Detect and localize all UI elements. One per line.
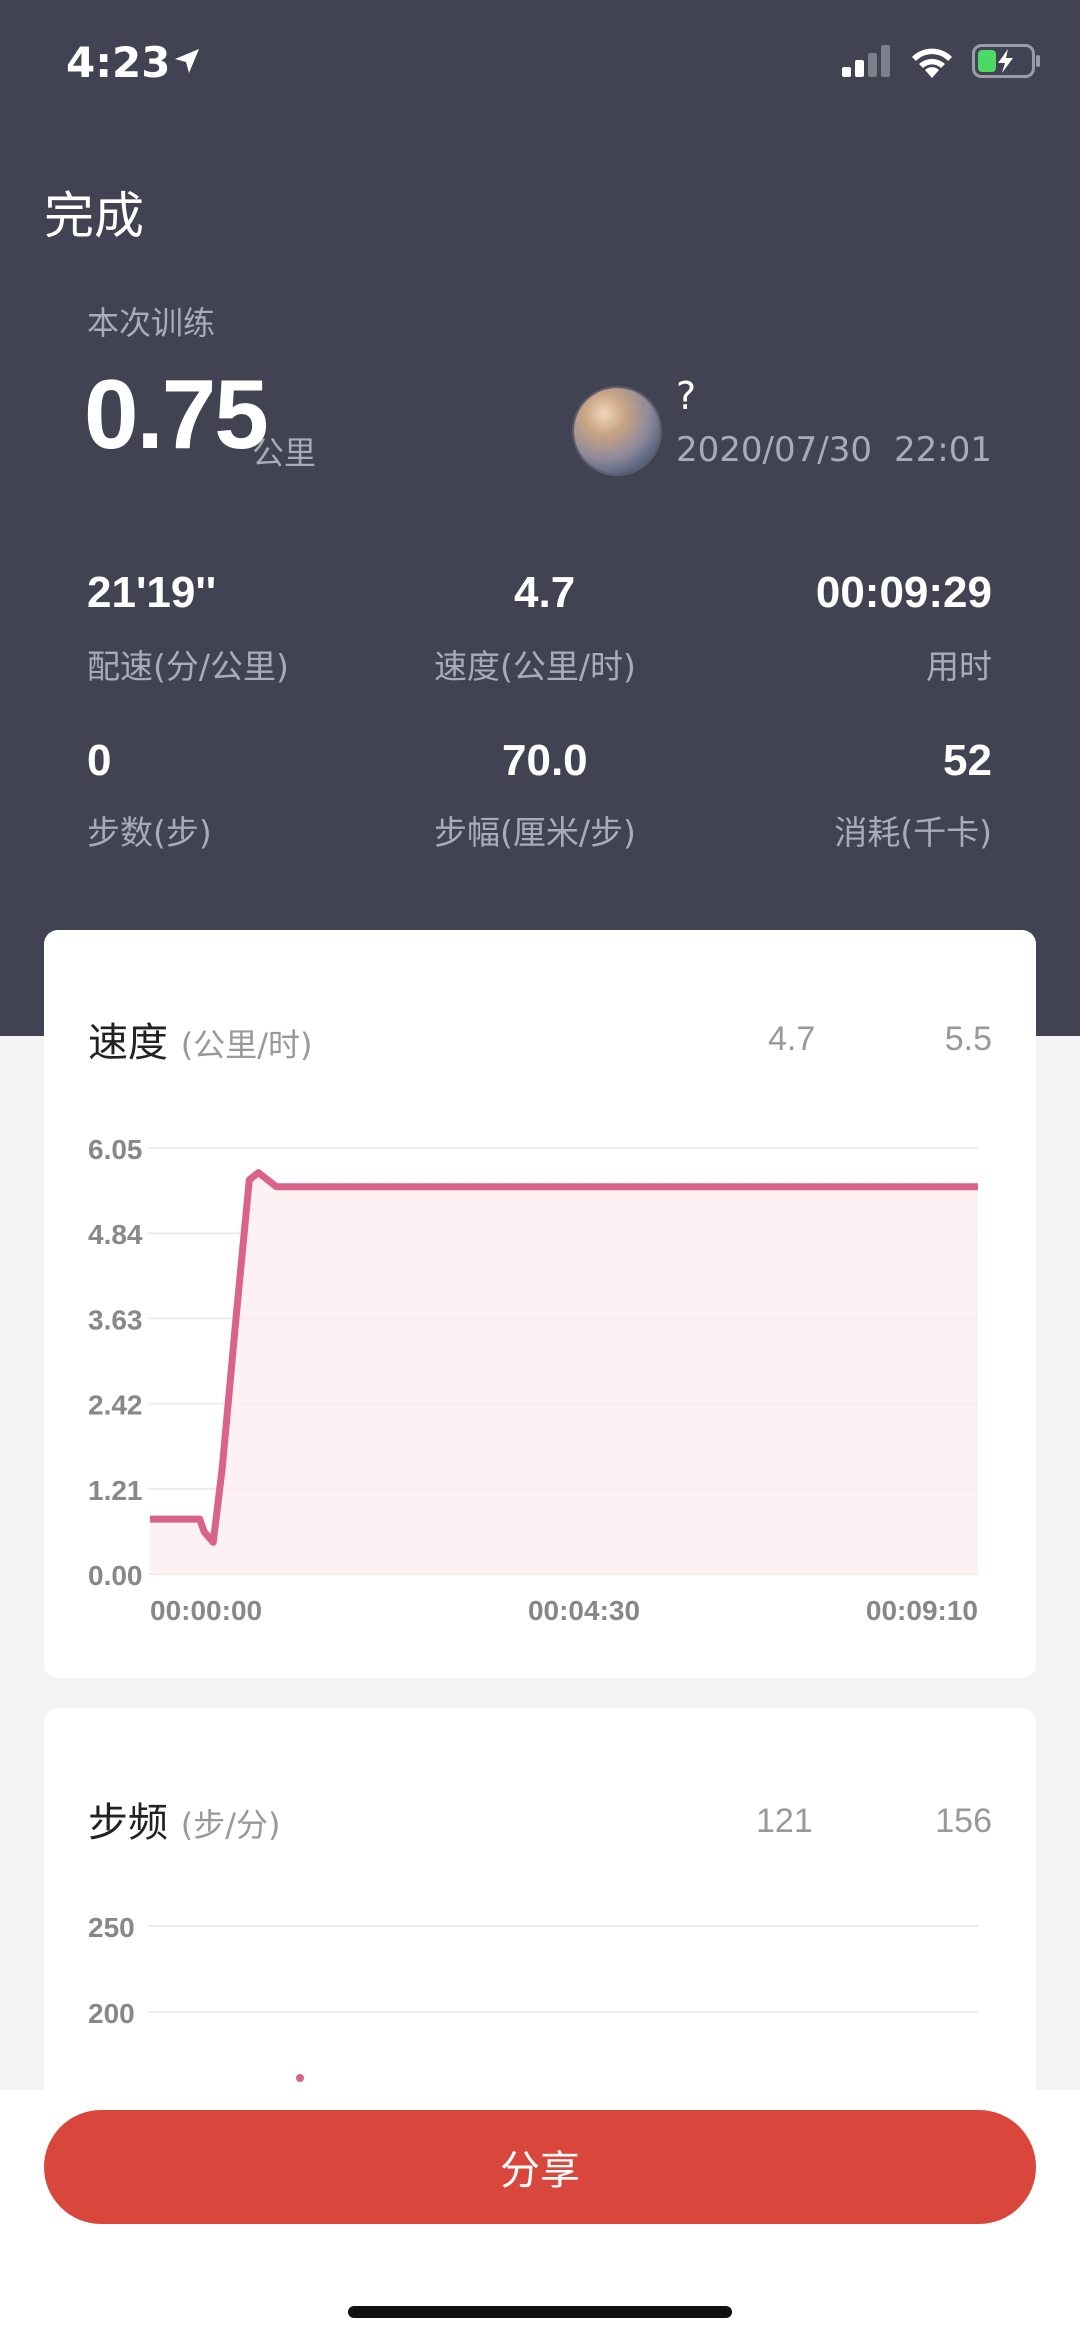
header-background <box>0 0 1080 1036</box>
speed-y-tick-label: 4.84 <box>88 1219 143 1250</box>
cadence-series-point <box>296 2074 304 2082</box>
steps-label: 步数(步) <box>87 813 212 852</box>
user-name: ? <box>676 374 697 418</box>
speed-y-tick-label: 6.05 <box>88 1134 143 1165</box>
speed-chart-card: 速度 (公里/时) 4.7 5.5 6.05 4.84 3.63 2.42 1.21 0.… <box>44 930 1036 1678</box>
distance-value: 0.75 <box>84 359 269 469</box>
speed-x-tick-label: 00:00:00 <box>150 1595 262 1626</box>
steps-value: 0 <box>87 736 112 785</box>
share-area: 分享 <box>0 2090 1080 2339</box>
status-time: 4:23 <box>66 38 171 87</box>
speed-area-fill <box>150 1172 978 1574</box>
share-button[interactable]: 分享 <box>44 2110 1036 2224</box>
speed-x-tick-label: 00:09:10 <box>866 1595 978 1626</box>
location-arrow-icon <box>175 49 199 73</box>
speed-y-tick-label: 2.42 <box>88 1390 143 1421</box>
duration-label: 用时 <box>926 647 992 686</box>
calories-value: 52 <box>943 736 992 785</box>
calories-label: 消耗(千卡) <box>834 813 992 852</box>
page-title: 完成 <box>44 187 144 245</box>
cadence-y-tick-label: 250 <box>88 1912 135 1943</box>
home-indicator <box>348 2306 732 2318</box>
speed-x-tick-label: 00:04:30 <box>528 1595 640 1626</box>
cadence-y-tick-label: 200 <box>88 1998 135 2029</box>
stride-value: 70.0 <box>502 736 588 785</box>
avatar[interactable] <box>574 388 660 474</box>
cellular-signal-icon <box>842 45 890 77</box>
speed-y-tick-label: 3.63 <box>88 1304 143 1335</box>
speed-chart: 6.05 4.84 3.63 2.42 1.21 0.0000:00:00 00:04:30… <box>88 1134 978 1626</box>
duration-value: 00:09:29 <box>815 568 992 617</box>
distance-unit: 公里 <box>252 434 317 472</box>
speed-value: 4.7 <box>514 568 576 617</box>
session-date: 2020/07/30 <box>676 430 872 470</box>
pace-value: 21'19'' <box>87 568 217 617</box>
speed-y-tick-label: 1.21 <box>88 1475 143 1506</box>
speed-label: 速度(公里/时) <box>434 647 636 686</box>
status-icons <box>842 44 1042 78</box>
battery-charging-icon <box>972 44 1040 78</box>
speed-y-tick-label: 0.00 <box>88 1560 143 1591</box>
session-label: 本次训练 <box>87 304 216 342</box>
session-time: 22:01 <box>894 430 992 470</box>
wifi-icon <box>912 48 952 78</box>
stride-label: 步幅(厘米/步) <box>434 813 636 852</box>
pace-label: 配速(分/公里) <box>87 647 289 686</box>
